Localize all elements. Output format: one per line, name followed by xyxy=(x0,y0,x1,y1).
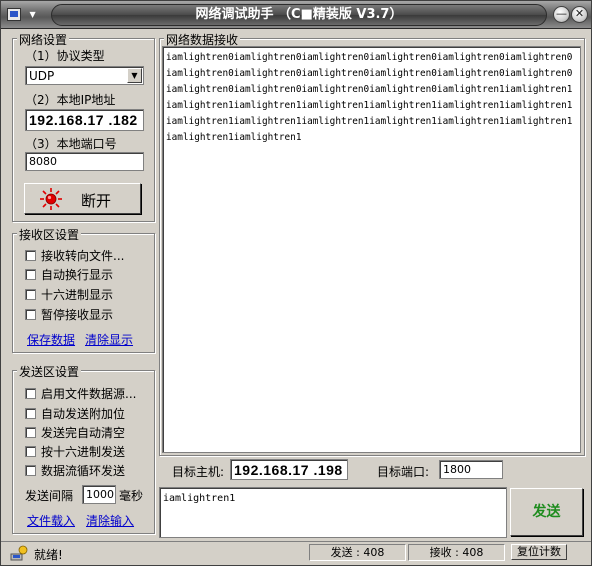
checkbox-label: 启用文件数据源... xyxy=(41,387,137,401)
checkbox-label: 自动发送附加位 xyxy=(41,407,126,421)
clear-display-link[interactable]: 清除显示 xyxy=(85,331,133,348)
target-port-field[interactable]: 1800 xyxy=(439,460,503,479)
checkbox-box[interactable] xyxy=(25,309,36,320)
target-port-label: 目标端口: xyxy=(377,465,430,479)
network-settings-title: 网络设置 xyxy=(17,31,70,48)
checkbox-label: 发送完自动清空 xyxy=(41,426,126,440)
file-data-source-checkbox[interactable]: 启用文件数据源... xyxy=(25,385,136,402)
checkbox-box[interactable] xyxy=(25,250,36,261)
received-count: 接收 : 408 xyxy=(408,544,505,561)
protocol-value: UDP xyxy=(29,69,55,83)
receive-data-display[interactable]: iamlightren0iamlightren0iamlightren0iaml… xyxy=(162,46,581,453)
send-interval-unit: 毫秒 xyxy=(119,489,144,503)
load-file-link[interactable]: 文件载入 xyxy=(27,512,75,529)
chevron-down-icon: ▼ xyxy=(29,10,36,19)
system-menu[interactable]: ▼ xyxy=(7,7,41,23)
receive-to-file-checkbox[interactable]: 接收转向文件... xyxy=(25,247,124,264)
send-settings-title: 发送区设置 xyxy=(17,363,82,380)
checkbox-box[interactable] xyxy=(25,465,36,476)
protocol-select[interactable]: UDP ▼ xyxy=(25,66,144,85)
window-title: 网络调试助手 （C■精装版 V3.7） xyxy=(51,4,547,26)
pause-display-checkbox[interactable]: 暂停接收显示 xyxy=(25,306,113,323)
target-host-field[interactable]: 192.168.17 .198 xyxy=(230,459,348,480)
app-icon xyxy=(7,7,21,21)
checkbox-label: 接收转向文件... xyxy=(41,249,125,263)
status-text: 就绪! xyxy=(34,548,63,562)
checkbox-label: 暂停接收显示 xyxy=(41,308,114,322)
receive-settings-title: 接收区设置 xyxy=(17,226,82,243)
auto-clear-checkbox[interactable]: 发送完自动清空 xyxy=(25,424,125,441)
status-light-icon xyxy=(40,188,62,210)
minimize-icon: — xyxy=(556,7,567,20)
send-interval-field[interactable]: 1000 xyxy=(82,485,116,504)
loop-send-checkbox[interactable]: 数据流循环发送 xyxy=(25,462,125,479)
hex-send-checkbox[interactable]: 按十六进制发送 xyxy=(25,443,125,460)
save-data-link[interactable]: 保存数据 xyxy=(27,331,75,348)
local-port-label: （3）本地端口号 xyxy=(25,137,117,151)
app-window: ▼ 网络调试助手 （C■精装版 V3.7） — ✕ 网络设置 （1）协议类型 U… xyxy=(0,0,592,566)
reset-count-button[interactable]: 复位计数 xyxy=(511,544,567,560)
checkbox-box[interactable] xyxy=(25,446,36,457)
close-icon: ✕ xyxy=(574,7,585,20)
checkbox-box[interactable] xyxy=(25,388,36,399)
disconnect-button[interactable]: 断开 xyxy=(24,183,141,214)
checkbox-box[interactable] xyxy=(25,427,36,438)
auto-wrap-checkbox[interactable]: 自动换行显示 xyxy=(25,266,113,283)
chevron-down-icon[interactable]: ▼ xyxy=(127,68,142,83)
send-button[interactable]: 发送 xyxy=(510,488,583,536)
title-bar[interactable]: ▼ 网络调试助手 （C■精装版 V3.7） — ✕ xyxy=(1,1,591,29)
send-interval-label: 发送间隔 xyxy=(25,489,74,503)
checkbox-label: 十六进制显示 xyxy=(41,288,114,302)
auto-append-checkbox[interactable]: 自动发送附加位 xyxy=(25,405,125,422)
close-button[interactable]: ✕ xyxy=(571,6,588,23)
checkbox-label: 数据流循环发送 xyxy=(41,464,126,478)
send-input[interactable]: iamlightren1 xyxy=(159,487,507,538)
local-port-field[interactable]: 8080 xyxy=(25,152,144,171)
disconnect-button-label: 断开 xyxy=(81,192,112,210)
checkbox-box[interactable] xyxy=(25,269,36,280)
hex-display-checkbox[interactable]: 十六进制显示 xyxy=(25,286,113,303)
sent-count: 发送 : 408 xyxy=(309,544,406,561)
local-ip-label: （2）本地IP地址 xyxy=(25,93,116,107)
local-ip-field[interactable]: 192.168.17 .182 xyxy=(25,109,144,131)
checkbox-label: 自动换行显示 xyxy=(41,268,114,282)
checkbox-box[interactable] xyxy=(25,289,36,300)
checkbox-box[interactable] xyxy=(25,408,36,419)
clear-input-link[interactable]: 清除输入 xyxy=(86,512,134,529)
protocol-label: （1）协议类型 xyxy=(25,49,105,63)
target-host-label: 目标主机: xyxy=(172,465,225,479)
status-icon xyxy=(10,545,28,561)
status-bar: 就绪! 发送 : 408 接收 : 408 复位计数 xyxy=(1,541,591,565)
minimize-button[interactable]: — xyxy=(553,6,570,23)
checkbox-label: 按十六进制发送 xyxy=(41,445,126,459)
